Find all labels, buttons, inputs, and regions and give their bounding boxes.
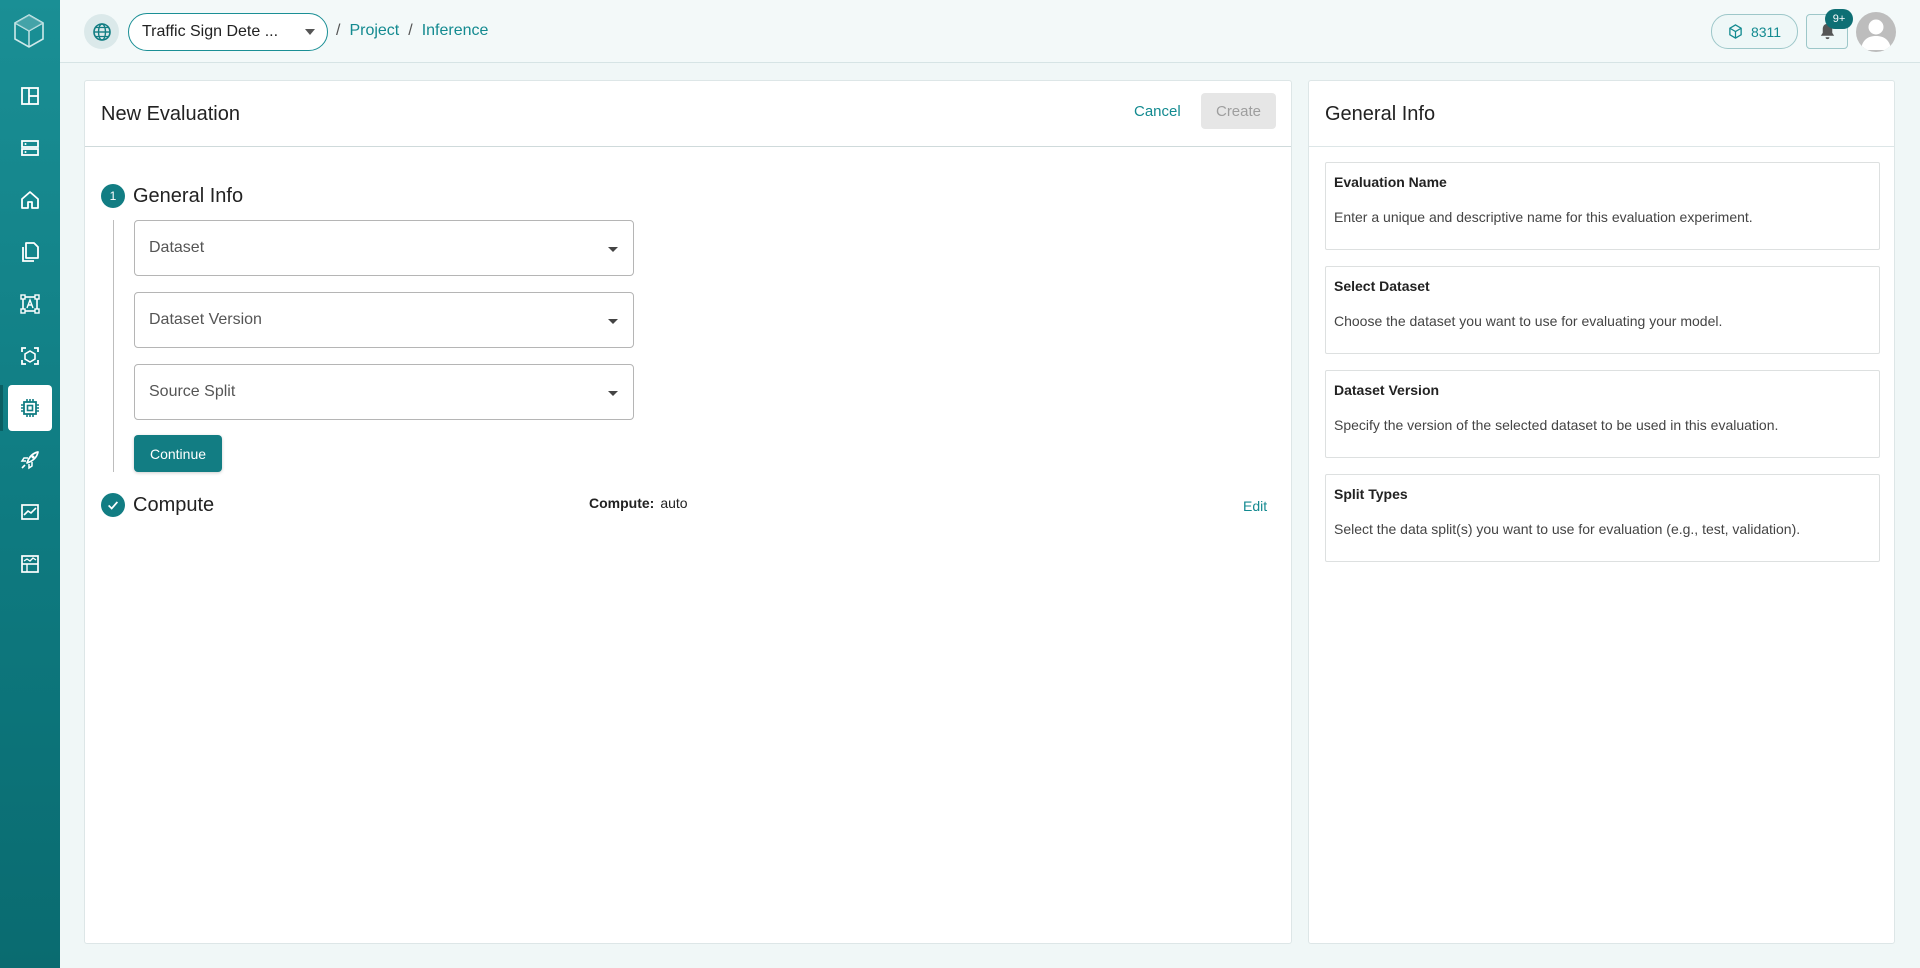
evaluation-form-panel: New Evaluation Cancel Create 1 General I…: [84, 80, 1292, 944]
info-card-text: Specify the version of the selected data…: [1334, 417, 1779, 433]
breadcrumb-separator: /: [408, 22, 413, 39]
sidebar-item-inference[interactable]: [8, 385, 52, 431]
continue-button[interactable]: Continue: [134, 435, 222, 472]
dataset-select[interactable]: Dataset: [134, 220, 634, 276]
info-card-title: Select Dataset: [1334, 278, 1430, 294]
dataset-select-label: Dataset: [149, 239, 205, 256]
breadcrumb-inference[interactable]: Inference: [422, 22, 489, 40]
top-bar: Traffic Sign Dete ... / Project / Infere…: [60, 0, 1920, 63]
sidebar-item-reports[interactable]: [8, 541, 52, 587]
info-card: Split Types Select the data split(s) you…: [1325, 474, 1880, 562]
annotate-icon: [20, 294, 40, 314]
home-icon: [21, 191, 39, 209]
info-card-text: Enter a unique and descriptive name for …: [1334, 209, 1753, 225]
credits-count: 8311: [1750, 23, 1782, 40]
check-circle-icon: [101, 493, 125, 517]
table-icon: [21, 555, 39, 573]
chart-icon: [21, 504, 39, 520]
chip-icon: [21, 399, 39, 417]
cancel-button[interactable]: Cancel: [1134, 103, 1181, 120]
project-icon[interactable]: [84, 14, 119, 49]
edit-compute-link[interactable]: Edit: [1243, 498, 1267, 514]
step-title-compute[interactable]: Compute: [133, 494, 214, 517]
info-card-title: Split Types: [1334, 486, 1408, 502]
breadcrumb: / Project / Inference: [336, 22, 488, 40]
notification-badge: 9+: [1825, 9, 1853, 29]
info-card: Dataset Version Specify the version of t…: [1325, 370, 1880, 458]
info-card: Select Dataset Choose the dataset you wa…: [1325, 266, 1880, 354]
sidebar: [0, 0, 60, 968]
info-panel-header: General Info: [1309, 81, 1894, 147]
info-card: Evaluation Name Enter a unique and descr…: [1325, 162, 1880, 250]
page-title: New Evaluation: [101, 103, 240, 125]
info-card-title: Dataset Version: [1334, 382, 1440, 398]
compute-summary: Compute: auto: [589, 495, 688, 511]
dataset-version-select[interactable]: Dataset Version: [134, 292, 634, 348]
project-select[interactable]: Traffic Sign Dete ...: [128, 13, 328, 51]
files-icon: [22, 242, 39, 262]
info-panel: General Info Evaluation Name Enter a uni…: [1308, 80, 1895, 944]
sidebar-item-dashboard[interactable]: [8, 73, 52, 119]
avatar[interactable]: [1856, 12, 1896, 52]
info-card-text: Select the data split(s) you want to use…: [1334, 521, 1801, 537]
chevron-down-icon: [608, 319, 618, 324]
info-card-title: Evaluation Name: [1334, 174, 1447, 190]
rocket-icon: [20, 451, 39, 470]
sidebar-item-home[interactable]: [8, 177, 52, 223]
chevron-down-icon: [608, 391, 618, 396]
sidebar-item-files[interactable]: [8, 229, 52, 275]
app-logo-icon[interactable]: [13, 14, 45, 48]
model-icon: [21, 347, 39, 365]
sidebar-item-deploy[interactable]: [8, 437, 52, 483]
sidebar-item-annotate[interactable]: [8, 281, 52, 327]
sidebar-item-monitoring[interactable]: [8, 489, 52, 535]
create-button[interactable]: Create: [1201, 93, 1276, 129]
project-select-value: Traffic Sign Dete ...: [142, 23, 279, 40]
layout-icon: [21, 87, 39, 105]
compute-value: auto: [660, 495, 688, 511]
server-icon: [21, 140, 39, 156]
cube-icon: [1729, 24, 1742, 39]
panel-header: New Evaluation Cancel Create: [85, 81, 1291, 147]
info-card-text: Choose the dataset you want to use for e…: [1334, 313, 1723, 329]
compute-key: Compute:: [589, 495, 655, 511]
step-connector: [113, 220, 114, 472]
step-number-badge: 1: [101, 184, 125, 208]
dataset-version-select-label: Dataset Version: [149, 311, 262, 328]
sidebar-item-datasets[interactable]: [8, 125, 52, 171]
user-icon: [1861, 19, 1891, 50]
breadcrumb-separator: /: [336, 22, 341, 39]
step-title-general-info[interactable]: General Info: [133, 185, 243, 208]
breadcrumb-project[interactable]: Project: [349, 22, 399, 40]
sidebar-item-models[interactable]: [8, 333, 52, 379]
source-split-select-label: Source Split: [149, 383, 236, 400]
chevron-down-icon: [608, 247, 618, 252]
credits-button[interactable]: 8311: [1711, 14, 1798, 49]
active-indicator: [0, 385, 3, 431]
chevron-down-icon: [305, 29, 315, 35]
source-split-select[interactable]: Source Split: [134, 364, 634, 420]
info-panel-title: General Info: [1325, 103, 1436, 125]
